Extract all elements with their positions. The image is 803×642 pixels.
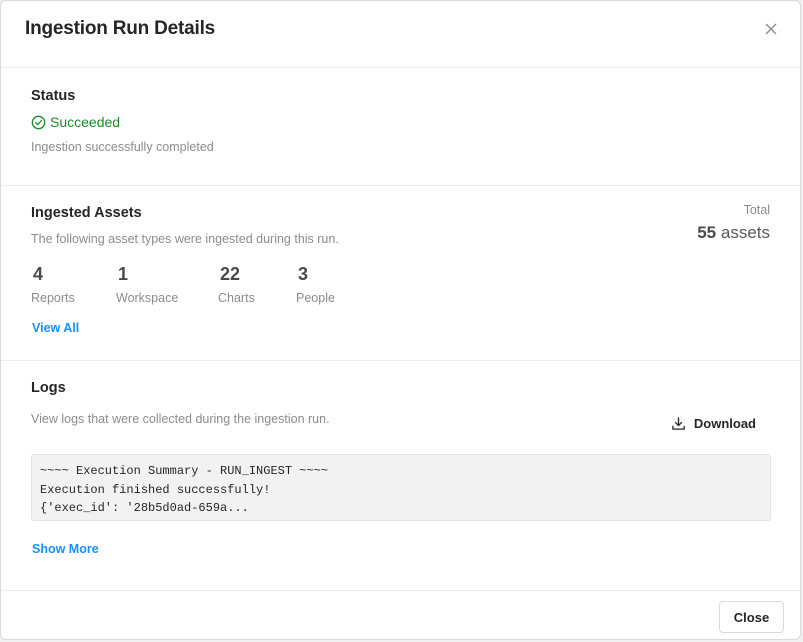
total-label: Total bbox=[743, 203, 770, 217]
ingestion-run-details-modal: Ingestion Run Details Status Succeeded I… bbox=[0, 0, 801, 640]
asset-label: People bbox=[296, 291, 335, 305]
asset-stat-charts: 22 Charts bbox=[218, 264, 255, 305]
download-button[interactable]: Download bbox=[671, 416, 756, 431]
modal-title: Ingestion Run Details bbox=[25, 18, 216, 39]
total-count: 55 bbox=[697, 223, 717, 242]
close-icon[interactable] bbox=[760, 18, 782, 40]
status-heading: Status bbox=[31, 88, 76, 104]
modal-header: Ingestion Run Details bbox=[1, 1, 800, 68]
download-icon bbox=[671, 416, 686, 431]
view-all-link[interactable]: View All bbox=[32, 321, 79, 335]
total-assets: 55 assets bbox=[697, 223, 770, 243]
logs-section: Logs View logs that were collected durin… bbox=[1, 361, 800, 591]
assets-description: The following asset types were ingested … bbox=[31, 232, 339, 246]
download-label: Download bbox=[693, 416, 756, 431]
assets-heading: Ingested Assets bbox=[31, 205, 142, 221]
asset-count: 3 bbox=[298, 264, 309, 284]
asset-count: 1 bbox=[118, 264, 129, 284]
modal-footer: Close bbox=[1, 591, 800, 639]
log-preview: ~~~~ Execution Summary - RUN_INGEST ~~~~… bbox=[31, 454, 771, 521]
show-more-link[interactable]: Show More bbox=[32, 542, 99, 556]
close-button[interactable]: Close bbox=[719, 601, 784, 633]
asset-label: Workspace bbox=[116, 291, 179, 305]
log-line: Execution finished successfully! bbox=[40, 482, 271, 497]
asset-stat-reports: 4 Reports bbox=[31, 264, 75, 305]
asset-label: Reports bbox=[31, 291, 75, 305]
asset-stat-people: 3 People bbox=[296, 264, 335, 305]
asset-label: Charts bbox=[218, 291, 255, 305]
logs-description: View logs that were collected during the… bbox=[31, 412, 330, 426]
status-section: Status Succeeded Ingestion successfully … bbox=[1, 68, 800, 186]
status-description: Ingestion successfully completed bbox=[31, 140, 214, 154]
log-line: {'exec_id': '28b5d0ad-659a... bbox=[40, 501, 249, 515]
status-badge: Succeeded bbox=[31, 114, 120, 130]
logs-heading: Logs bbox=[31, 380, 66, 396]
check-circle-icon bbox=[31, 115, 46, 130]
ingested-assets-section: Ingested Assets The following asset type… bbox=[1, 186, 800, 361]
status-value: Succeeded bbox=[50, 114, 121, 130]
asset-count: 22 bbox=[220, 264, 241, 284]
log-line: ~~~~ Execution Summary - RUN_INGEST ~~~~ bbox=[40, 464, 329, 478]
asset-stat-workspace: 1 Workspace bbox=[116, 264, 178, 305]
total-unit: assets bbox=[720, 223, 770, 242]
asset-count: 4 bbox=[33, 264, 44, 284]
